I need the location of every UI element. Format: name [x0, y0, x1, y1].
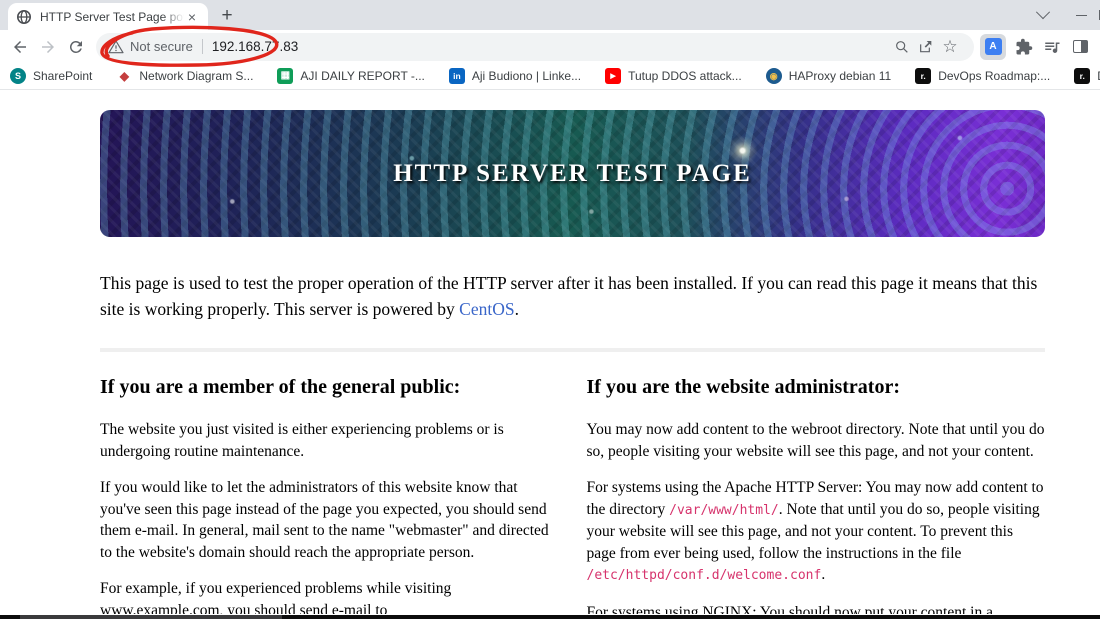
section-divider [100, 348, 1045, 352]
google-sheets-icon: ▦ [277, 68, 294, 84]
diagram-icon: ◆ [119, 69, 129, 83]
bookmark-network-diagram[interactable]: ◆ Network Diagram S... [116, 68, 254, 84]
back-icon[interactable] [6, 33, 34, 61]
extensions-puzzle-icon[interactable] [1010, 33, 1038, 61]
admin-paragraph-2: For systems using the Apache HTTP Server… [586, 479, 1044, 583]
intro-paragraph: This page is used to test the proper ope… [100, 273, 1038, 319]
forward-icon [34, 33, 62, 61]
tab-strip: HTTP Server Test Page powered × + [0, 0, 1100, 30]
admin-heading: If you are the website administrator: [586, 376, 900, 398]
code-path: /var/www/html/ [669, 502, 779, 518]
translate-extension-icon[interactable]: A [980, 33, 1006, 60]
not-secure-warning-icon [108, 39, 124, 53]
bookmarks-bar: S SharePoint ◆ Network Diagram S... ▦ AJ… [0, 63, 1100, 90]
admin-paragraph-1: You may now add content to the webroot d… [586, 421, 1045, 460]
code-path: /etc/httpd/conf.d/welcome.conf [586, 568, 822, 583]
globe-favicon-icon [17, 9, 31, 24]
reload-icon[interactable] [62, 33, 90, 61]
security-label: Not secure [130, 39, 193, 54]
public-paragraph-3: For example, if you experienced problems… [100, 580, 452, 614]
bookmark-linkedin[interactable]: in Aji Budiono | Linke... [448, 68, 581, 84]
youtube-icon: ▶ [605, 68, 622, 84]
page-content: HTTP SERVER TEST PAGE This page is used … [0, 90, 1100, 614]
public-paragraph-1: The website you just visited is either e… [100, 421, 504, 460]
side-panel-icon[interactable] [1066, 33, 1094, 61]
admin-column: If you are the website administrator: Yo… [587, 376, 1046, 614]
banner-image: HTTP SERVER TEST PAGE [100, 110, 1045, 237]
media-playlist-icon[interactable] [1038, 33, 1066, 61]
bookmark-aji-daily-report[interactable]: ▦ AJI DAILY REPORT -... [277, 68, 425, 84]
roadmap-icon: r. [915, 68, 932, 84]
sharepoint-icon: S [10, 68, 26, 84]
tab-title: HTTP Server Test Page powered [40, 9, 184, 24]
linkedin-icon: in [448, 68, 465, 84]
new-tab-button[interactable]: + [214, 3, 240, 29]
centos-link[interactable]: CentOS [459, 299, 514, 319]
bookmark-docker-roadmap[interactable]: r. Docker Roadmap -... [1074, 68, 1100, 84]
tab-close-icon[interactable]: × [184, 9, 200, 25]
maximize-icon[interactable] [1085, 0, 1100, 30]
haproxy-icon: ◉ [765, 68, 782, 84]
public-paragraph-2: If you would like to let the administrat… [100, 479, 549, 561]
address-bar[interactable]: Not secure 192.168.77.83 ☆ [96, 32, 974, 61]
bookmark-sharepoint[interactable]: S SharePoint [10, 68, 92, 84]
banner-title: HTTP SERVER TEST PAGE [393, 159, 752, 187]
bookmark-devops-roadmap[interactable]: r. DevOps Roadmap:... [915, 68, 1050, 84]
search-icon[interactable] [890, 35, 914, 59]
bottom-edge-strip [0, 615, 1100, 619]
omnibox-divider [201, 39, 203, 54]
browser-window: HTTP Server Test Page powered × + Not se… [0, 0, 1100, 619]
bookmark-haproxy[interactable]: ◉ HAProxy debian 11 [765, 68, 891, 84]
bookmark-star-icon[interactable]: ☆ [938, 35, 962, 59]
url-text[interactable]: 192.168.77.83 [212, 39, 298, 54]
bookmark-youtube[interactable]: ▶ Tutup DDOS attack... [605, 68, 742, 84]
admin-paragraph-3: For systems using NGINX: You should now … [586, 603, 993, 615]
tab-search-chevron-icon[interactable] [1024, 0, 1062, 30]
share-icon[interactable] [914, 35, 938, 59]
extension-area: A [980, 33, 1094, 61]
roadmap-icon: r. [1074, 68, 1091, 84]
public-column: If you are a member of the general publi… [100, 376, 559, 614]
browser-tab[interactable]: HTTP Server Test Page powered × [8, 3, 208, 30]
public-heading: If you are a member of the general publi… [100, 376, 461, 398]
browser-toolbar: Not secure 192.168.77.83 ☆ A [0, 30, 1100, 63]
